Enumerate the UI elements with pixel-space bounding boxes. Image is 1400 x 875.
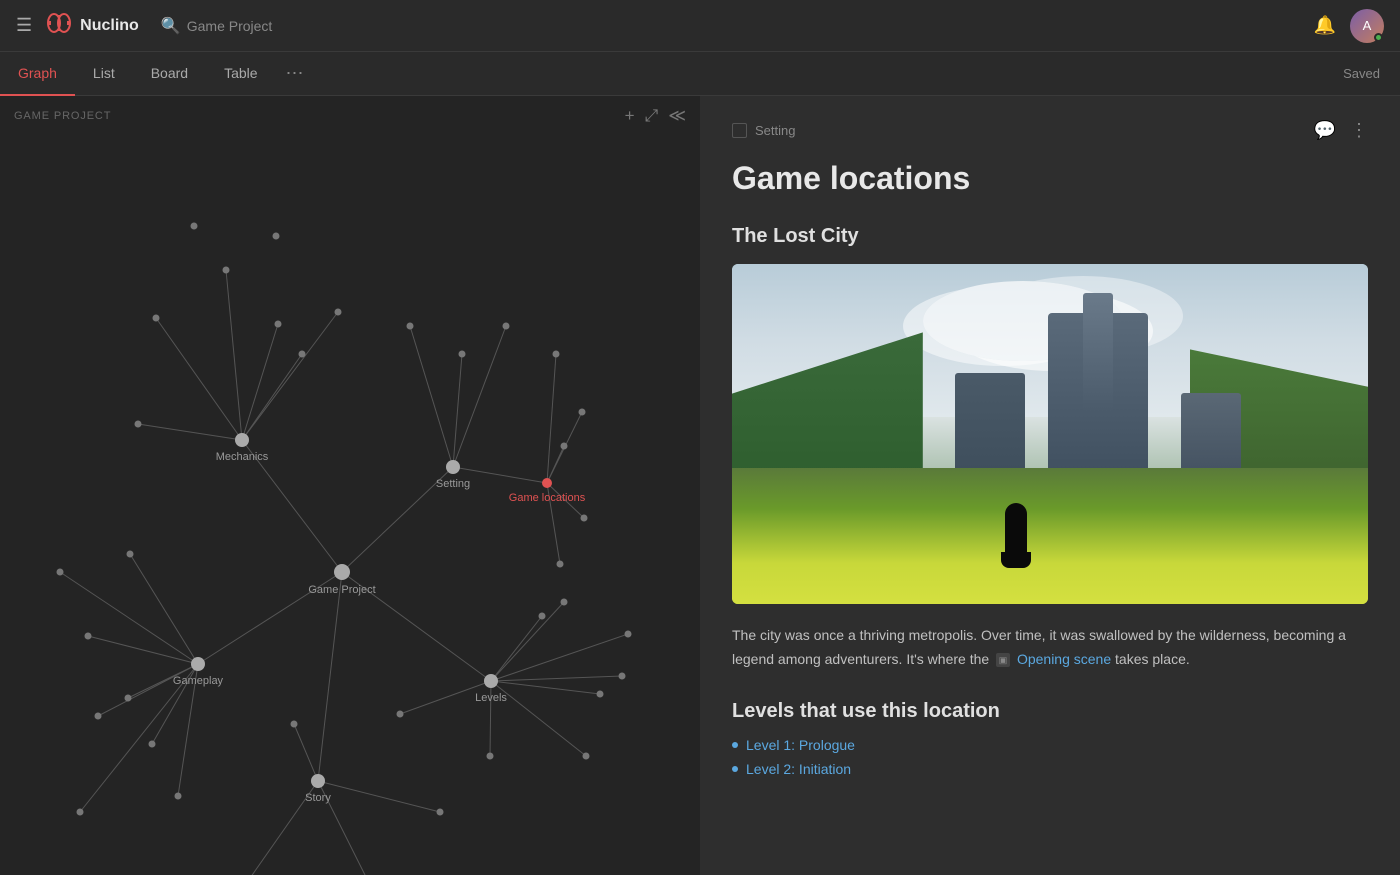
comment-icon[interactable]: 💬 (1314, 120, 1336, 141)
graph-toolbar: GAME PROJECT + ⤢ ≪ (0, 96, 700, 136)
graph-panel: GAME PROJECT + ⤢ ≪ Game Project Mechanics… (0, 96, 700, 875)
setting-checkbox[interactable] (732, 123, 747, 138)
app-name: Nuclino (80, 17, 139, 35)
levels-list: Level 1: Prologue Level 2: Initiation (732, 737, 1368, 777)
document-body: The city was once a thriving metropolis.… (732, 624, 1368, 672)
tab-more-button[interactable]: ⋯ (276, 63, 314, 84)
document-title: Game locations (732, 159, 1368, 197)
node-label-game_locations: Game locations (509, 492, 586, 504)
node-label-setting: Setting (436, 478, 470, 490)
graph-node-game_locations[interactable]: Game locations (509, 478, 586, 504)
graph-visualization[interactable]: Game Project Mechanics Setting Game locatio… (0, 96, 700, 875)
doc-header-actions: 💬 ⋮ (1314, 120, 1368, 141)
saved-status: Saved (1343, 66, 1400, 81)
graph-actions: + ⤢ ≪ (625, 106, 686, 126)
add-node-icon[interactable]: + (625, 106, 635, 126)
graph-node-game_project[interactable]: Game Project (308, 564, 375, 596)
tab-graph[interactable]: Graph (0, 52, 75, 96)
document-header: Setting 💬 ⋮ (732, 120, 1368, 141)
city-figure (1005, 503, 1027, 553)
more-tabs-icon: ⋯ (286, 63, 304, 83)
topbar: ☰ Nuclino 🔍 Game Project 🔔 A (0, 0, 1400, 52)
body-text-2: takes place. (1115, 651, 1190, 667)
graph-node-story[interactable]: Story (305, 774, 331, 804)
lost-city-image (732, 264, 1368, 604)
node-label-mechanics: Mechanics (216, 451, 269, 463)
node-label-game_project: Game Project (308, 584, 375, 596)
main-layout: GAME PROJECT + ⤢ ≪ Game Project Mechanics… (0, 96, 1400, 875)
city-ground (732, 468, 1368, 604)
nav-tabs: Graph List Board Table ⋯ Saved (0, 52, 1400, 96)
bullet-icon (732, 742, 738, 748)
breadcrumb: GAME PROJECT (14, 110, 111, 122)
setting-label: Setting (755, 123, 795, 138)
levels-section-title: Levels that use this location (732, 700, 1368, 723)
search-text: Game Project (187, 18, 273, 34)
tab-table[interactable]: Table (206, 52, 275, 96)
tab-list[interactable]: List (75, 52, 133, 96)
building-tower (1083, 293, 1113, 413)
list-item: Level 2: Initiation (732, 761, 1368, 777)
avatar-initials: A (1363, 18, 1372, 33)
graph-node-setting[interactable]: Setting (436, 460, 470, 490)
doc-more-icon[interactable]: ⋮ (1350, 120, 1368, 141)
setting-row: Setting (732, 123, 795, 138)
content-panel: Setting 💬 ⋮ Game locations The Lost City (700, 96, 1400, 875)
logo[interactable]: Nuclino (46, 12, 139, 40)
bullet-icon (732, 766, 738, 772)
notification-icon[interactable]: 🔔 (1314, 15, 1336, 36)
menu-icon[interactable]: ☰ (16, 15, 32, 36)
opening-scene-link[interactable]: Opening scene (1017, 651, 1111, 667)
level2-link[interactable]: Level 2: Initiation (746, 761, 851, 777)
avatar-status-dot (1374, 33, 1383, 42)
inline-doc-icon: ▣ (996, 653, 1010, 667)
collapse-panel-icon[interactable]: ≪ (668, 106, 686, 126)
node-label-levels: Levels (475, 692, 507, 704)
node-label-story: Story (305, 792, 331, 804)
expand-icon[interactable]: ⤢ (645, 106, 659, 126)
brain-icon (46, 12, 72, 40)
node-label-gameplay: Gameplay (173, 675, 224, 687)
tab-board[interactable]: Board (133, 52, 206, 96)
topbar-right: 🔔 A (1314, 9, 1384, 43)
search-area[interactable]: 🔍 Game Project (161, 16, 273, 36)
section-lost-city-title: The Lost City (732, 225, 1368, 248)
list-item: Level 1: Prologue (732, 737, 1368, 753)
search-icon: 🔍 (161, 16, 181, 36)
avatar[interactable]: A (1350, 9, 1384, 43)
city-illustration (732, 264, 1368, 604)
level1-link[interactable]: Level 1: Prologue (746, 737, 855, 753)
